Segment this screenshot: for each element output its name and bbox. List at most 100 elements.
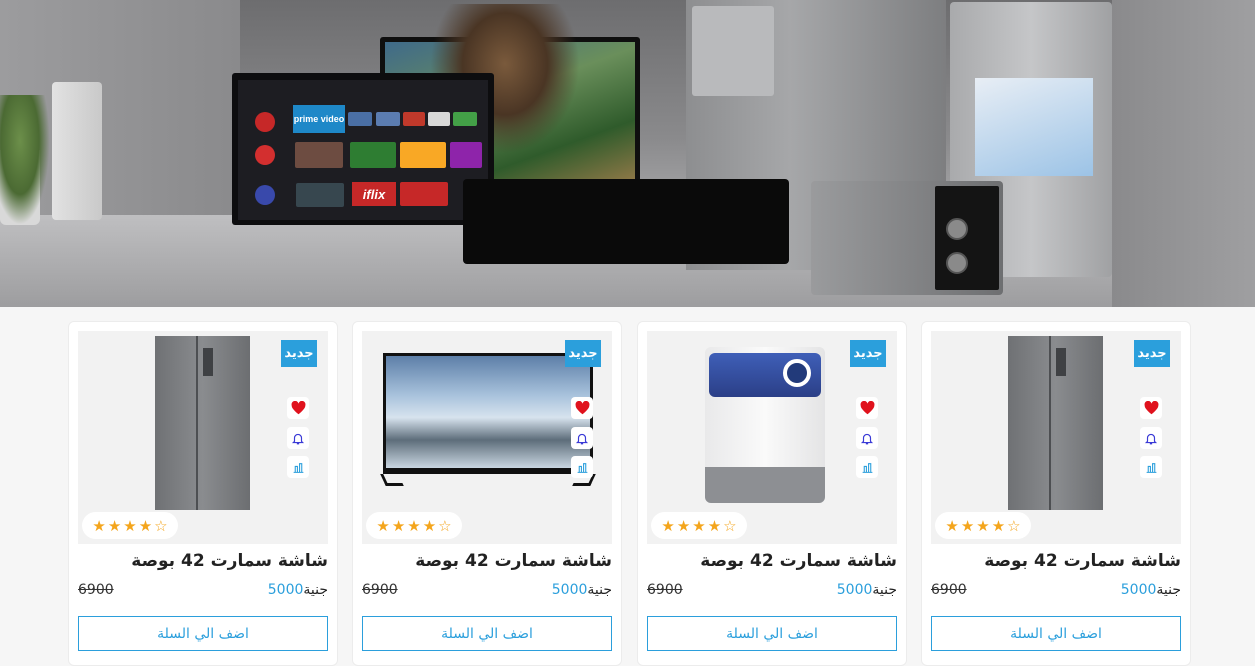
star-icon: ★ bbox=[945, 516, 959, 535]
hero-vase bbox=[52, 82, 102, 220]
price-row: 6900 جنية5000 bbox=[931, 582, 1181, 602]
add-to-cart-button[interactable]: اضف الي السلة bbox=[931, 616, 1181, 651]
price-value: 5000 bbox=[1120, 582, 1157, 598]
washing-machine-image bbox=[705, 347, 825, 503]
notify-button[interactable] bbox=[287, 427, 309, 449]
wishlist-button[interactable] bbox=[1140, 397, 1162, 419]
star-outline-icon: ☆ bbox=[723, 516, 737, 535]
star-rating: ★ ★ ★ ★ ☆ bbox=[651, 512, 747, 539]
compare-button[interactable] bbox=[856, 456, 878, 478]
product-card[interactable]: جديد ★ ★ ★ ★ ☆ شاشة سمارت 42 بوصة 6900 جنية5… bbox=[921, 321, 1191, 666]
heart-icon bbox=[1144, 401, 1158, 415]
star-icon: ★ bbox=[676, 516, 691, 535]
bell-icon bbox=[860, 433, 874, 444]
compare-button[interactable] bbox=[287, 456, 309, 478]
compare-icon bbox=[293, 462, 303, 473]
product-image[interactable]: جديد ★ ★ ★ ★ ☆ bbox=[931, 331, 1181, 544]
notify-button[interactable] bbox=[571, 427, 593, 449]
hero-tv-app-tile bbox=[296, 183, 344, 207]
currency: جنية bbox=[303, 582, 328, 598]
star-icon: ★ bbox=[407, 516, 421, 535]
compare-icon bbox=[577, 462, 587, 473]
product-card[interactable]: جديد ★ ★ ★ ★ ☆ شاشة سمارت 42 بوصة 6900 جنية5… bbox=[68, 321, 338, 666]
old-price: 6900 bbox=[362, 582, 398, 598]
hero-washer-sticker bbox=[975, 78, 1093, 176]
new-badge: جديد bbox=[565, 340, 601, 367]
new-price: جنية5000 bbox=[837, 582, 897, 598]
star-icon: ★ bbox=[707, 516, 722, 535]
old-price: 6900 bbox=[931, 582, 967, 598]
hero-microwave-panel bbox=[935, 186, 999, 290]
hero-tv-app-tile bbox=[453, 112, 477, 126]
price-row: 6900 جنية5000 bbox=[362, 582, 612, 602]
new-badge: جديد bbox=[281, 340, 317, 367]
heart-icon bbox=[860, 401, 874, 415]
hero-microwave-knob bbox=[946, 218, 968, 240]
hero-tv-app-tile bbox=[348, 112, 372, 126]
hero-banner: prime video iflix bbox=[0, 0, 1255, 307]
wishlist-button[interactable] bbox=[856, 397, 878, 419]
star-rating: ★ ★ ★ ★ ☆ bbox=[366, 512, 462, 539]
star-icon: ★ bbox=[692, 516, 706, 535]
compare-button[interactable] bbox=[1140, 456, 1162, 478]
wishlist-button[interactable] bbox=[571, 397, 593, 419]
hero-plant bbox=[0, 95, 50, 225]
hero-tv-app-icon bbox=[255, 112, 275, 132]
hero-tv-app-tile bbox=[400, 182, 448, 206]
star-icon: ★ bbox=[661, 516, 675, 535]
bell-icon bbox=[291, 433, 305, 444]
price-value: 5000 bbox=[267, 582, 304, 598]
compare-icon bbox=[862, 462, 872, 473]
bell-icon bbox=[1144, 433, 1158, 444]
hero-tv-app-tile bbox=[450, 142, 482, 168]
compare-icon bbox=[1146, 462, 1156, 473]
fridge-image bbox=[155, 336, 250, 510]
product-image[interactable]: جديد ★ ★ ★ ★ ☆ bbox=[647, 331, 897, 544]
add-to-cart-button[interactable]: اضف الي السلة bbox=[78, 616, 328, 651]
new-badge: جديد bbox=[850, 340, 886, 367]
notify-button[interactable] bbox=[856, 427, 878, 449]
product-image[interactable]: جديد ★ ★ ★ ★ ☆ bbox=[362, 331, 612, 544]
price-row: 6900 جنية5000 bbox=[78, 582, 328, 602]
product-title[interactable]: شاشة سمارت 42 بوصة bbox=[360, 551, 612, 571]
product-title[interactable]: شاشة سمارت 42 بوصة bbox=[929, 551, 1181, 571]
new-badge: جديد bbox=[1134, 340, 1170, 367]
hero-microwave-knob bbox=[946, 252, 968, 274]
currency: جنية bbox=[872, 582, 897, 598]
star-rating: ★ ★ ★ ★ ☆ bbox=[82, 512, 178, 539]
hero-tv-app-tile bbox=[376, 112, 400, 126]
hero-tv-app-icon bbox=[255, 145, 275, 165]
hero-wall-right bbox=[1112, 0, 1255, 307]
star-icon: ★ bbox=[107, 516, 122, 535]
hero-tv-app-tile bbox=[295, 142, 343, 168]
new-price: جنية5000 bbox=[552, 582, 612, 598]
price-row: 6900 جنية5000 bbox=[647, 582, 897, 602]
product-title[interactable]: شاشة سمارت 42 بوصة bbox=[76, 551, 328, 571]
star-icon: ★ bbox=[92, 516, 106, 535]
currency: جنية bbox=[587, 582, 612, 598]
star-outline-icon: ☆ bbox=[154, 516, 168, 535]
star-icon: ★ bbox=[960, 516, 975, 535]
wishlist-button[interactable] bbox=[287, 397, 309, 419]
hero-tv-iflix-tile: iflix bbox=[352, 182, 396, 206]
price-value: 5000 bbox=[836, 582, 873, 598]
new-price: جنية5000 bbox=[268, 582, 328, 598]
star-icon: ★ bbox=[391, 516, 406, 535]
star-icon: ★ bbox=[376, 516, 390, 535]
product-grid: جديد ★ ★ ★ ★ ☆ شاشة سمارت 42 بوصة 6900 جنية5… bbox=[0, 307, 1255, 666]
product-image[interactable]: جديد ★ ★ ★ ★ ☆ bbox=[78, 331, 328, 544]
fridge-image bbox=[1008, 336, 1103, 510]
compare-button[interactable] bbox=[571, 456, 593, 478]
product-card[interactable]: جديد ★ ★ ★ ★ ☆ شاشة سمارت 42 بوصة 6900 جنية5… bbox=[637, 321, 907, 666]
star-outline-icon: ☆ bbox=[1007, 516, 1021, 535]
heart-icon bbox=[575, 401, 589, 415]
add-to-cart-button[interactable]: اضف الي السلة bbox=[647, 616, 897, 651]
new-price: جنية5000 bbox=[1121, 582, 1181, 598]
product-card[interactable]: جديد ★ ★ ★ ★ ☆ شاشة سمارت 42 بوصة 6900 جنية5… bbox=[352, 321, 622, 666]
add-to-cart-button[interactable]: اضف الي السلة bbox=[362, 616, 612, 651]
star-icon: ★ bbox=[976, 516, 990, 535]
hero-tv-prime-tile: prime video bbox=[293, 105, 345, 133]
notify-button[interactable] bbox=[1140, 427, 1162, 449]
old-price: 6900 bbox=[647, 582, 683, 598]
product-title[interactable]: شاشة سمارت 42 بوصة bbox=[645, 551, 897, 571]
